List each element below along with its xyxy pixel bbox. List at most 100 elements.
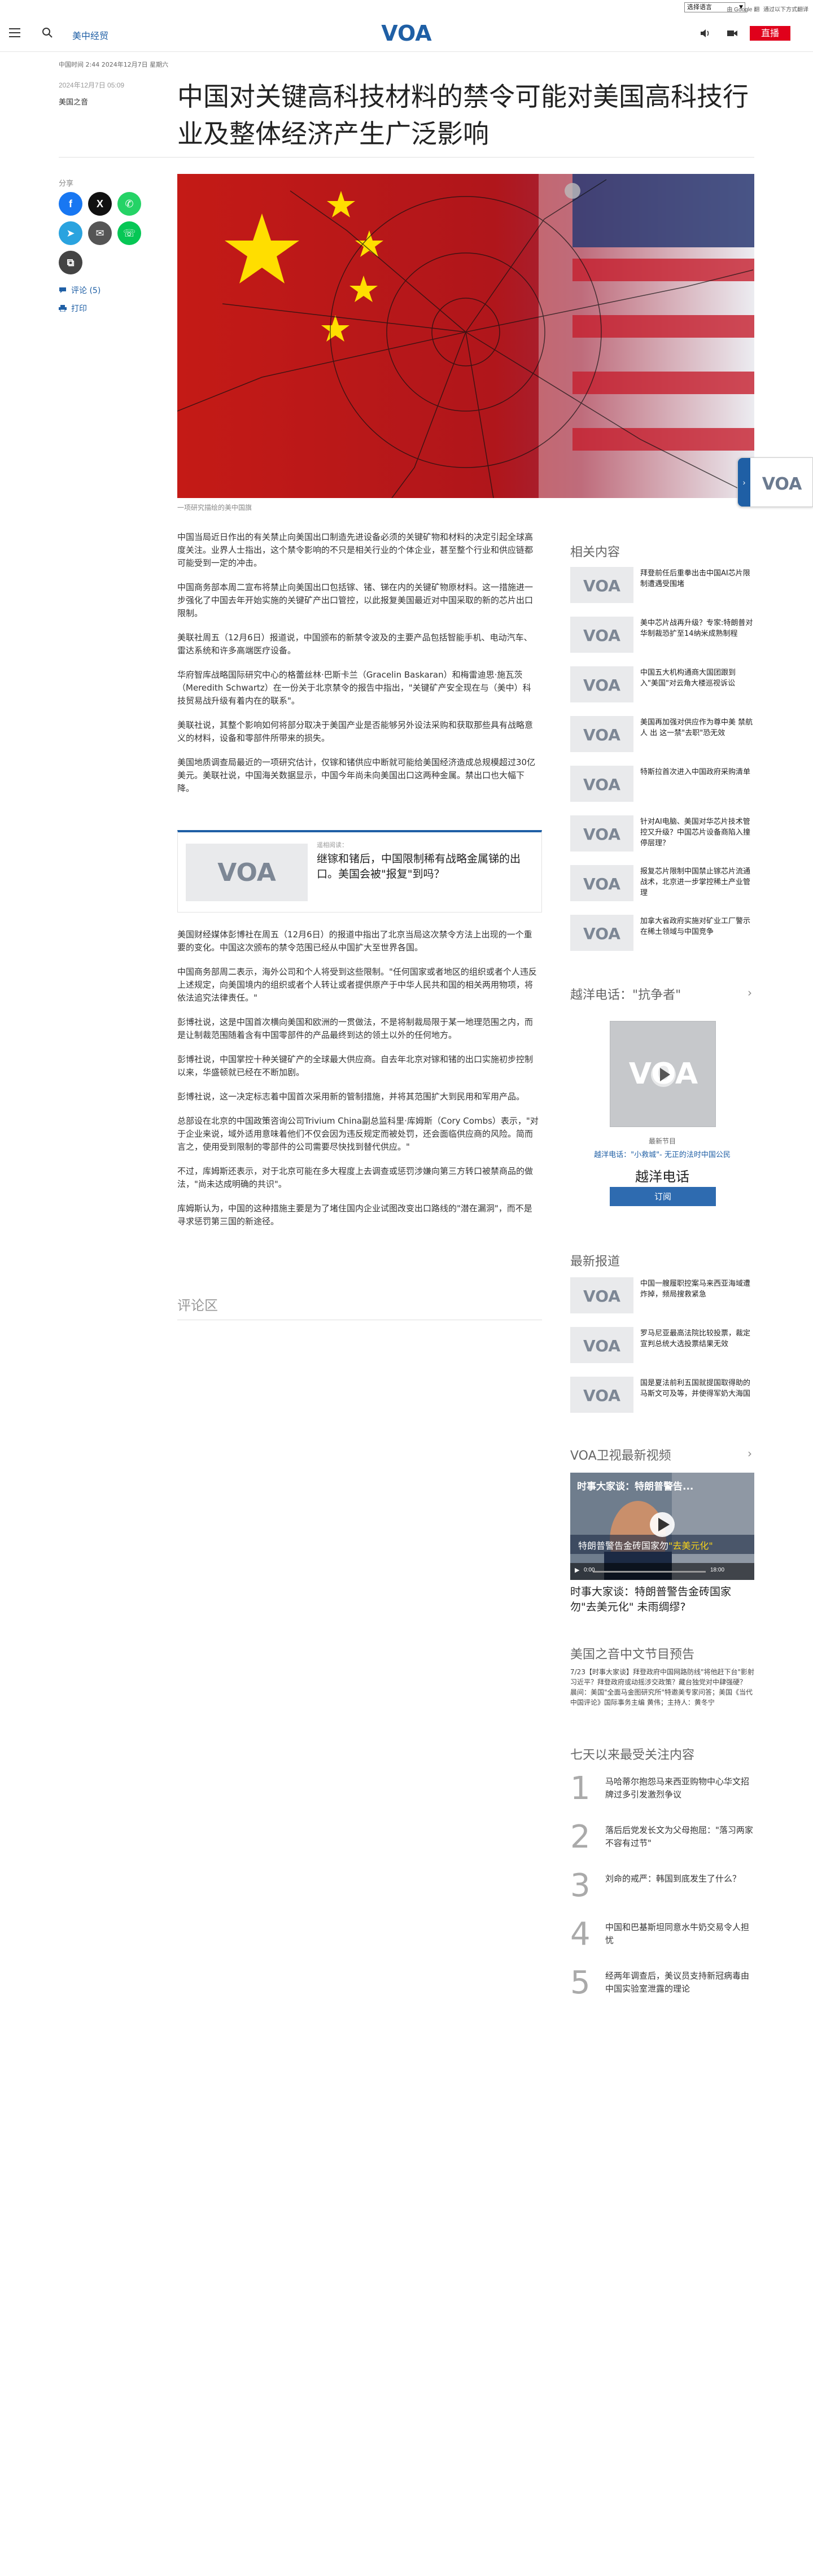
telegram-icon[interactable]: ➤ <box>59 221 82 245</box>
chevron-right-icon[interactable]: › <box>738 458 750 507</box>
latest-title[interactable]: 国是夏法前利五国就提国取得助的马斯文可及等，并使得军奶大海国 <box>640 1378 753 1399</box>
popular-rank: 2 <box>570 1819 591 1855</box>
related-title[interactable]: 拜登前任后重拳出击中国AI芯片限制遭遇受围堵 <box>640 568 753 590</box>
voa-logo[interactable]: VOA <box>378 20 435 45</box>
popular-item[interactable]: 1 马哈蒂尔抱怨马来西亚购物中心华文招牌过多引发激烈争议 <box>570 1772 754 1817</box>
print-link[interactable]: 打印 <box>59 303 87 314</box>
latest-item[interactable]: VOA 国是夏法前利五国就提国取得助的马斯文可及等，并使得军奶大海国 <box>570 1377 754 1418</box>
video-heading[interactable]: VOA卫视最新视频 › <box>570 1446 754 1464</box>
svg-text:VOA: VOA <box>583 626 620 645</box>
hero-image <box>177 174 754 498</box>
related-thumbnail: VOA <box>570 666 633 702</box>
site-header: 美中经贸 VOA 直播 <box>0 16 813 52</box>
related-title[interactable]: 继镓和锗后，中国限制稀有战略金属锑的出口。美国会被"报复"到吗？ <box>317 852 531 882</box>
related-title[interactable]: 中国五大机构通商大国团跟到入"美国"对云角大楼巡视诉讼 <box>640 667 753 689</box>
facebook-icon[interactable]: f <box>59 192 82 216</box>
live-button[interactable]: 直播 <box>750 26 790 41</box>
paragraph: 华府智库战略国际研究中心的格蕾丝林·巴斯卡兰（Gracelin Baskaran… <box>177 670 531 706</box>
related-title[interactable]: 美中芯片战再升级？专家:特朗普对华制裁恐扩至14纳米成熟制程 <box>640 618 753 639</box>
popular-title[interactable]: 刘命的戒严：韩国到底发生了什么？ <box>605 1872 753 1885</box>
popular-item[interactable]: 5 经两年调查后，美议员支持新冠病毒由中国实验室泄露的理论 <box>570 1966 754 2011</box>
whatsapp-icon[interactable]: ✆ <box>117 192 141 216</box>
comments-label: 评论 (5) <box>71 286 101 295</box>
section-link[interactable]: 美中经贸 <box>72 28 108 42</box>
author[interactable]: 美国之音 <box>59 96 88 107</box>
latest-title[interactable]: 中国一艘履职控案马来西亚海域遭炸掉，频局搜救紧急 <box>640 1278 753 1300</box>
volume-icon[interactable] <box>699 27 711 40</box>
svg-text:VOA: VOA <box>583 676 620 695</box>
related-title[interactable]: 报复芯片限制中国禁止镓芯片流通战术，北京进一步掌控稀土产业管理 <box>640 866 753 898</box>
popular-item[interactable]: 2 落后后党发长文为父母抱屈："落习两家不容有过节" <box>570 1820 754 1866</box>
x-icon[interactable]: X <box>88 192 112 216</box>
popular-item[interactable]: 4 中国和巴基斯坦同意水牛奶交易令人担忧 <box>570 1918 754 1963</box>
popular-title[interactable]: 落后后党发长文为父母抱屈："落习两家不容有过节" <box>605 1824 753 1850</box>
print-icon <box>59 305 67 312</box>
schedule-heading: 美国之音中文节目预告 <box>570 1648 695 1662</box>
popular-heading: 七天以来最受关注内容 <box>570 1748 695 1762</box>
comments-heading: 评论区 <box>177 1294 542 1320</box>
paragraph: 不过，库姆斯还表示，对于北京可能在多大程度上去调查或惩罚涉嫌向第三方转口被禁商品… <box>177 1166 534 1189</box>
video-player[interactable]: 时事大家谈：特朗普警告... 特朗普警告金砖国家勿"去美元化" ▶ 0:00 1… <box>570 1473 754 1580</box>
svg-text:VOA: VOA <box>583 726 620 744</box>
svg-text:VOA: VOA <box>583 1287 620 1306</box>
related-item[interactable]: VOA 美国再加强对供应作为尊中美 禁航人 出 这一禁"去职"恐无效 <box>570 716 754 758</box>
play-icon[interactable]: ▶ <box>575 1566 579 1574</box>
popular-title[interactable]: 马哈蒂尔抱怨马来西亚购物中心华文招牌过多引发激烈争议 <box>605 1775 753 1801</box>
hamburger-icon[interactable] <box>9 28 20 37</box>
image-caption: 一项研究描绘的美中国旗 <box>177 504 252 512</box>
line-icon[interactable]: ☏ <box>117 221 141 245</box>
latest-item[interactable]: VOA 罗马尼亚最高法院比较投票，裁定宣判总统大选投票结果无效 <box>570 1327 754 1369</box>
related-label: 遥相阅读： <box>317 841 348 849</box>
related-item[interactable]: VOA 中国五大机构通商大国团跟到入"美国"对云角大楼巡视诉讼 <box>570 666 754 708</box>
related-thumbnail: VOA <box>570 815 633 852</box>
translate-links: 由 Google 翻 通过以下方式翻译 <box>724 5 808 13</box>
svg-text:VOA: VOA <box>381 21 432 45</box>
video-caption-highlight: "去美元化" <box>668 1540 713 1551</box>
radio-heading[interactable]: 越洋电话："抗争者" › <box>570 985 754 1003</box>
translate-link-options[interactable]: 通过以下方式翻译 <box>763 7 808 13</box>
voa-logo: VOA <box>762 474 802 494</box>
svg-text:VOA: VOA <box>762 474 802 494</box>
popular-title[interactable]: 中国和巴基斯坦同意水牛奶交易令人担忧 <box>605 1921 753 1947</box>
related-item[interactable]: VOA 报复芯片限制中国禁止镓芯片流通战术，北京进一步掌控稀土产业管理 <box>570 865 754 907</box>
related-title[interactable]: 美国再加强对供应作为尊中美 禁航人 出 这一禁"去职"恐无效 <box>640 717 753 739</box>
latest-item[interactable]: VOA 中国一艘履职控案马来西亚海域遭炸掉，频局搜救紧急 <box>570 1277 754 1319</box>
popular-title[interactable]: 经两年调查后，美议员支持新冠病毒由中国实验室泄露的理论 <box>605 1970 753 1996</box>
popular-rank: 4 <box>570 1916 591 1953</box>
floating-audio-widget[interactable]: › VOA <box>737 457 813 507</box>
svg-text:VOA: VOA <box>583 577 620 595</box>
related-item[interactable]: VOA 拜登前任后重拳出击中国AI芯片限制遭遇受围堵 <box>570 567 754 609</box>
video-title[interactable]: 时事大家谈：特朗普警告金砖国家勿"去美元化" 未雨绸缪? <box>570 1584 754 1615</box>
paragraph: 中国当局近日作出的有关禁止向美国出口制造先进设备必须的关键矿物和材料的决定引起全… <box>177 532 534 568</box>
related-title[interactable]: 特斯拉首次进入中国政府采购清单 <box>640 767 753 778</box>
related-article-card[interactable]: VOA 遥相阅读： 继镓和锗后，中国限制稀有战略金属锑的出口。美国会被"报复"到… <box>177 830 542 912</box>
popular-rank: 1 <box>570 1770 591 1807</box>
email-icon[interactable]: ✉ <box>88 221 112 245</box>
article-body-a: 中国当局近日作出的有关禁止向美国出口制造先进设备必须的关键矿物和材料的决定引起全… <box>177 531 539 806</box>
related-item[interactable]: VOA 特斯拉首次进入中国政府采购清单 <box>570 766 754 807</box>
popular-item[interactable]: 3 刘命的戒严：韩国到底发生了什么？ <box>570 1869 754 1914</box>
subscribe-button[interactable]: 订阅 <box>610 1187 716 1206</box>
related-title[interactable]: 针对AI电脑、美国对华芯片技术管控又升级？中国芯片设备商陷入撞停层理？ <box>640 817 753 849</box>
related-item[interactable]: VOA 加拿大省政府实施对矿业工厂警示在稀土领域与中国竞争 <box>570 915 754 957</box>
search-icon[interactable] <box>41 26 54 40</box>
translate-link-google[interactable]: 由 Google 翻 <box>727 7 759 13</box>
svg-text:VOA: VOA <box>583 775 620 794</box>
video-caption-banner: 特朗普警告金砖国家勿"去美元化" <box>578 1538 713 1552</box>
related-title[interactable]: 加拿大省政府实施对矿业工厂警示在稀土领域与中国竞争 <box>640 916 753 937</box>
related-item[interactable]: VOA 美中芯片战再升级？专家:特朗普对华制裁恐扩至14纳米成熟制程 <box>570 617 754 658</box>
paragraph: 彭博社说，中国掌控十种关键矿产的全球最大供应商。自去年北京对镓和锗的出口实施初步… <box>177 1054 534 1077</box>
related-thumbnail: VOA <box>570 865 633 901</box>
comments-link[interactable]: 评论 (5) <box>59 285 100 296</box>
latest-title[interactable]: 罗马尼亚最高法院比较投票，裁定宣判总统大选投票结果无效 <box>640 1328 753 1350</box>
schedule-text[interactable]: 7/23【时事大家谈】拜登政府中国网路防线"将他赶下台"影射习近平？拜登政府或动… <box>570 1667 754 1708</box>
copy-icon[interactable]: ⧉ <box>59 251 82 274</box>
publish-date: 2024年12月7日 05:09 <box>59 81 125 89</box>
video-time: 0:00 <box>584 1567 595 1573</box>
paragraph: 库姆斯认为，中国的这种措施主要是为了堵住国内企业试图改变出口路线的"潜在漏洞"，… <box>177 1203 532 1226</box>
svg-text:VOA: VOA <box>583 1337 620 1355</box>
radio-latest-title[interactable]: 越洋电话："小救城"- 无正的法时中国公民 <box>570 1149 754 1159</box>
related-item[interactable]: VOA 针对AI电脑、美国对华芯片技术管控又升级？中国芯片设备商陷入撞停层理？ <box>570 815 754 857</box>
video-icon[interactable] <box>726 27 738 40</box>
radio-cover[interactable]: VOA <box>610 1021 716 1127</box>
